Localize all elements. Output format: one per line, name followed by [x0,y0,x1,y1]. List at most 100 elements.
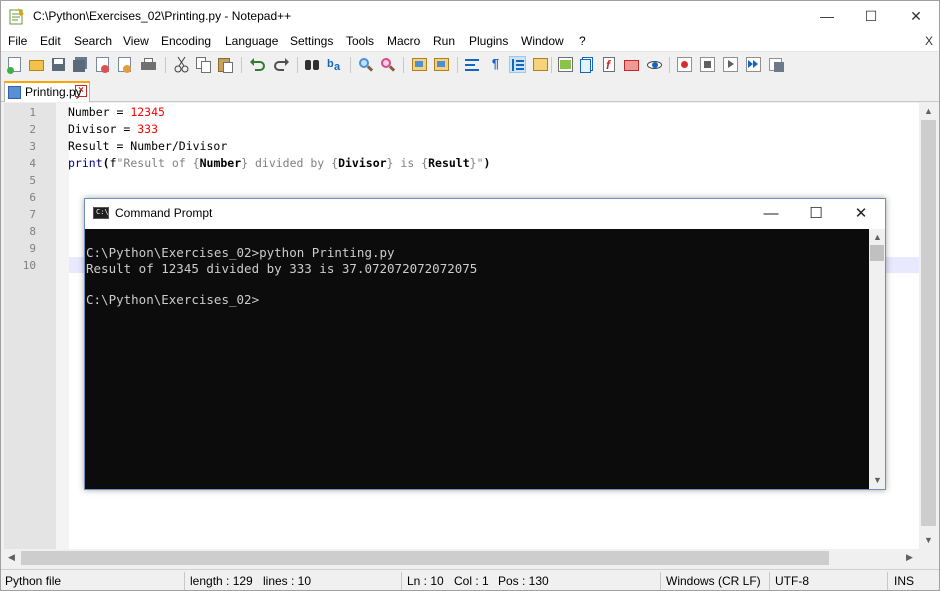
sync-vertical-icon[interactable] [411,56,428,73]
save-all-icon[interactable] [72,56,89,73]
cmd-close-button[interactable]: ✕ [838,199,884,229]
line-number: 10 [22,259,36,272]
close-button[interactable]: ✕ [893,1,939,31]
toolbar-separator [457,57,458,73]
find-icon[interactable] [304,56,321,73]
menu-view[interactable]: View [123,34,149,48]
save-macro-icon[interactable] [768,56,785,73]
scroll-thumb[interactable] [921,120,936,526]
cmd-vertical-scrollbar[interactable]: ▲ ▼ [869,229,885,489]
tab-label: Printing.py [25,85,82,99]
vertical-scrollbar[interactable]: ▲ ▼ [919,103,938,549]
play-macro-icon[interactable] [722,56,739,73]
tab-printing-py[interactable]: Printing.py × [4,81,90,102]
console-output[interactable]: C:\Python\Exercises_02>python Printing.p… [85,229,869,489]
toolbar-separator [669,57,670,73]
cmd-title-bar[interactable]: C:\_ Command Prompt — ☐ ✕ [85,199,885,229]
zoom-out-icon[interactable] [379,56,396,73]
menu-edit[interactable]: Edit [40,34,61,48]
console-line: Result of 12345 divided by 333 is 37.072… [86,261,478,276]
toolbar-separator [403,57,404,73]
menu-settings[interactable]: Settings [290,34,333,48]
user-language-icon[interactable] [532,56,549,73]
record-macro-icon[interactable] [676,56,693,73]
code-line-3: Result = Number/Divisor [68,139,227,153]
scroll-up-icon[interactable]: ▲ [873,232,882,242]
menu-help[interactable]: ? [579,34,586,48]
menu-file[interactable]: File [8,34,27,48]
status-divider [887,572,888,590]
menu-search[interactable]: Search [74,34,112,48]
zoom-in-icon[interactable] [357,56,374,73]
title-bar: C:\Python\Exercises_02\Printing.py - Not… [1,1,939,31]
scroll-right-icon[interactable]: ▶ [906,552,913,563]
console-line: C:\Python\Exercises_02>python Printing.p… [86,245,395,260]
line-number: 4 [29,157,36,170]
status-divider [401,572,402,590]
close-icon[interactable] [94,56,111,73]
redo-icon[interactable] [273,56,290,73]
scroll-down-icon[interactable]: ▼ [924,535,933,545]
tab-close-icon[interactable]: × [75,85,87,97]
indent-guide-icon[interactable] [509,56,526,73]
cut-icon[interactable] [173,56,190,73]
menu-tools[interactable]: Tools [346,34,374,48]
scroll-down-icon[interactable]: ▼ [873,475,882,485]
tab-bar: Printing.py × [1,78,939,102]
menu-encoding[interactable]: Encoding [161,34,211,48]
close-document-button[interactable]: X [925,34,933,48]
menu-run[interactable]: Run [433,34,455,48]
scroll-up-icon[interactable]: ▲ [924,106,933,116]
menu-bar: File Edit Search View Encoding Language … [1,31,939,51]
menu-window[interactable]: Window [521,34,564,48]
minimize-button[interactable]: — [804,1,850,31]
undo-icon[interactable] [249,56,266,73]
sync-horizontal-icon[interactable] [433,56,450,73]
save-icon[interactable] [50,56,67,73]
command-prompt-window[interactable]: C:\_ Command Prompt — ☐ ✕ C:\Python\Exer… [84,198,886,490]
scroll-left-icon[interactable]: ◀ [8,552,15,563]
string-literal: } is { [386,156,429,170]
status-eol: Windows (CR LF) [666,574,761,588]
toolbar-separator [241,57,242,73]
run-macro-multiple-icon[interactable] [745,56,762,73]
maximize-button[interactable]: ☐ [848,1,894,31]
menu-macro[interactable]: Macro [387,34,420,48]
line-number: 8 [29,225,36,238]
notepadpp-window: C:\Python\Exercises_02\Printing.py - Not… [0,0,940,591]
code-token: Divisor = [68,122,138,136]
scroll-thumb[interactable] [870,245,884,261]
status-length: length : 129 [190,574,253,588]
line-number: 6 [29,191,36,204]
word-wrap-icon[interactable] [464,56,481,73]
horizontal-scrollbar[interactable]: ◀ ▶ [4,549,919,567]
notepadpp-icon [9,8,24,25]
doc-list-icon[interactable] [579,56,596,73]
paste-icon[interactable] [217,56,234,73]
close-all-icon[interactable] [116,56,133,73]
line-number: 5 [29,174,36,187]
new-file-icon[interactable] [6,56,23,74]
menu-language[interactable]: Language [225,34,278,48]
doc-map-icon[interactable] [557,56,574,73]
menu-plugins[interactable]: Plugins [469,34,508,48]
cmd-minimize-button[interactable]: — [748,199,794,229]
cmd-maximize-button[interactable]: ☐ [793,199,839,229]
replace-icon[interactable]: ba [326,56,343,73]
open-file-icon[interactable] [28,56,45,73]
code-token: Number = [68,105,131,119]
copy-icon[interactable] [195,56,212,73]
status-ln: Ln : 10 [407,574,444,588]
number-literal: 12345 [130,105,165,119]
status-file-type: Python file [5,574,62,588]
stop-macro-icon[interactable] [699,56,716,73]
folder-workspace-icon[interactable] [623,56,640,73]
operator: ( [102,156,110,170]
monitoring-icon[interactable] [646,56,663,73]
print-icon[interactable] [140,56,157,73]
line-number: 2 [29,123,36,136]
scroll-thumb[interactable] [21,551,829,565]
show-all-chars-icon[interactable]: ¶ [487,56,504,73]
toolbar-separator [551,57,552,73]
function-list-icon[interactable]: f [601,56,618,73]
